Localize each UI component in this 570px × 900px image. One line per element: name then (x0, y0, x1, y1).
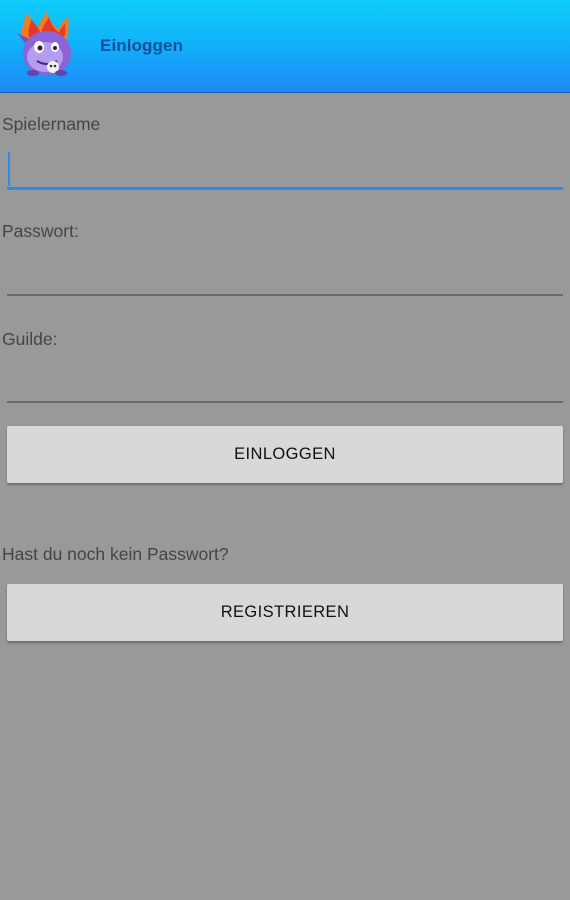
page-title: Einloggen (100, 36, 184, 55)
guild-label: Guilde: (2, 329, 58, 349)
register-button[interactable]: REGISTRIEREN (7, 584, 563, 641)
guild-input[interactable] (7, 363, 563, 403)
password-input[interactable] (7, 256, 563, 296)
playername-input[interactable] (7, 150, 563, 190)
login-button[interactable]: EINLOGGEN (7, 426, 563, 483)
login-screen: Einloggen Spielername Passwort: Guilde: … (0, 0, 570, 900)
action-bar: Einloggen (0, 0, 570, 93)
text-caret (8, 152, 10, 186)
password-label: Passwort: (2, 221, 79, 241)
playername-label: Spielername (2, 114, 101, 134)
monster-mascot-icon[interactable] (13, 9, 79, 81)
no-password-hint: Hast du noch kein Passwort? (2, 544, 229, 564)
